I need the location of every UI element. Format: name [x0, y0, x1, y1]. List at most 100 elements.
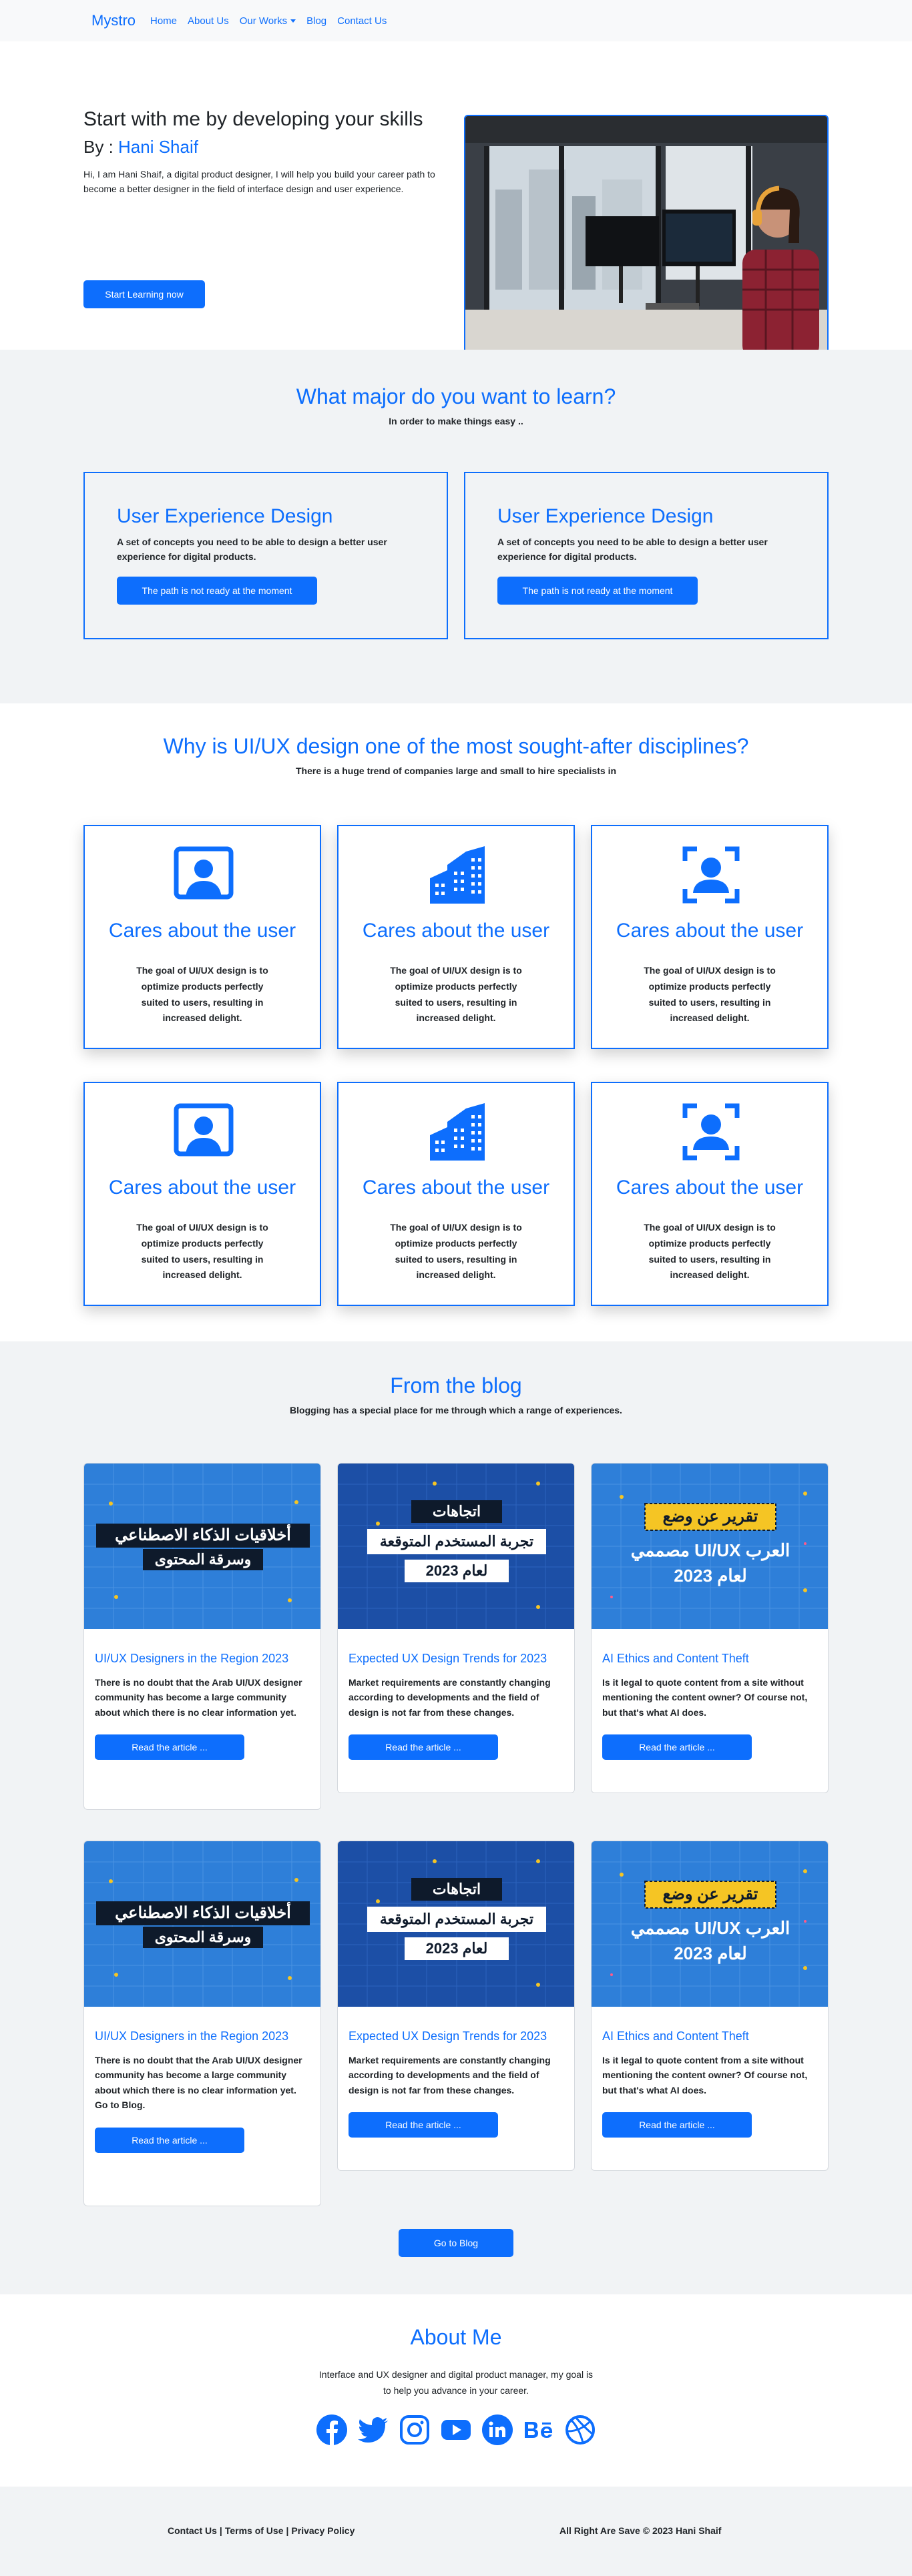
blog-thumb-line: مصممي UI/UX العرب: [630, 1540, 790, 1560]
hero-text-block: Start with me by developing your skills …: [83, 107, 457, 308]
blog-thumbnail: تقرير عن وضع مصممي UI/UX العرب لعام 2023: [592, 1464, 828, 1629]
blog-thumb-line: تقرير عن وضع: [662, 1508, 758, 1526]
blog-card[interactable]: اتجاهات تصميم تجربة المستخدم المتوقعة لع…: [337, 1463, 575, 1793]
social-links: [0, 2414, 912, 2446]
major-card-title: User Experience Design: [497, 505, 714, 527]
read-article-button[interactable]: Read the article ...: [349, 1734, 498, 1760]
blog-thumb-line: لعام 2023: [674, 1943, 747, 1963]
blog-card[interactable]: تقرير عن وضع مصممي UI/UX العرب لعام 2023…: [591, 1463, 829, 1793]
path-not-ready-button[interactable]: The path is not ready at the moment: [497, 576, 698, 605]
nav-link-blog[interactable]: Blog: [306, 15, 326, 27]
major-card-text: A set of concepts you need to be able to…: [497, 537, 768, 563]
blog-thumb-line: تجربة المستخدم المتوقعة: [379, 1911, 534, 1927]
linkedin-icon[interactable]: [481, 2414, 513, 2446]
footer-link-terms[interactable]: Terms of Use: [225, 2525, 284, 2536]
hero-image: [464, 115, 829, 358]
instagram-icon[interactable]: [399, 2414, 431, 2446]
why-card: Cares about the user The goal of UI/UX d…: [337, 1082, 575, 1306]
nav-link-home[interactable]: Home: [150, 15, 177, 27]
start-learning-button[interactable]: Start Learning now: [83, 280, 205, 308]
go-to-blog-button[interactable]: Go to Blog: [399, 2229, 513, 2257]
blog-thumb-line: لعام 2023: [674, 1566, 747, 1586]
blog-post-title[interactable]: AI Ethics and Content Theft: [602, 2029, 817, 2043]
blog-post-excerpt: Market requirements are constantly chang…: [349, 1677, 551, 1718]
path-not-ready-button[interactable]: The path is not ready at the moment: [117, 576, 317, 605]
building-icon: [430, 1103, 485, 1161]
why-section-subtitle: There is a huge trend of companies large…: [295, 765, 617, 776]
blog-card[interactable]: اتجاهات تصميم تجربة المستخدم المتوقعة لع…: [337, 1841, 575, 2171]
footer-links: Contact Us | Terms of Use | Privacy Policy: [168, 2525, 355, 2536]
blog-thumb-line: مصممي UI/UX العرب: [630, 1918, 790, 1938]
hero-title: Start with me by developing your skills: [83, 108, 423, 130]
why-card: Cares about the user The goal of UI/UX d…: [591, 825, 829, 1049]
hero-by-prefix: By :: [83, 137, 119, 157]
read-article-button[interactable]: Read the article ...: [95, 2127, 244, 2153]
twitter-icon[interactable]: [357, 2414, 389, 2446]
blog-card[interactable]: أخلاقيات الذكاء الاصطناعي وسرقة المحتوى …: [83, 1463, 321, 1810]
nav-link-our-works[interactable]: Our Works: [240, 15, 296, 27]
blog-thumb-line: تقرير عن وضع: [662, 1885, 758, 1903]
read-article-button[interactable]: Read the article ...: [95, 1734, 244, 1760]
blog-post-title[interactable]: Expected UX Design Trends for 2023: [349, 2029, 563, 2043]
blog-post-excerpt: Is it legal to quote content from a site…: [602, 2055, 808, 2096]
major-card: User Experience Design A set of concepts…: [83, 472, 448, 639]
major-card: User Experience Design A set of concepts…: [464, 472, 829, 639]
facebook-icon[interactable]: [316, 2414, 348, 2446]
blog-thumb-line: لعام 2023: [425, 1562, 488, 1579]
why-card: Cares about the user The goal of UI/UX d…: [83, 825, 321, 1049]
blog-thumbnail: اتجاهات تصميم تجربة المستخدم المتوقعة لع…: [338, 1464, 574, 1629]
major-section: What major do you want to learn? In orde…: [0, 350, 912, 703]
nav-link-our-works-label: Our Works: [239, 15, 288, 27]
brand-logo[interactable]: Mystro: [91, 12, 136, 29]
blog-post-excerpt: There is no doubt that the Arab UI/UX de…: [95, 2055, 302, 2111]
nav-link-about[interactable]: About Us: [188, 15, 229, 27]
blog-thumb-line: أخلاقيات الذكاء الاصطناعي: [115, 1904, 291, 1922]
footer-separator: |: [219, 2525, 222, 2536]
footer-link-contact[interactable]: Contact Us: [168, 2525, 217, 2536]
user-focus-icon: [682, 1103, 740, 1161]
why-card-title: Cares about the user: [616, 1177, 804, 1199]
read-article-button[interactable]: Read the article ...: [349, 2112, 498, 2138]
top-navbar: Mystro Home About Us Our Works Blog Cont…: [0, 0, 912, 41]
why-card: Cares about the user The goal of UI/UX d…: [591, 1082, 829, 1306]
footer-link-privacy[interactable]: Privacy Policy: [291, 2525, 355, 2536]
user-screen-icon: [174, 846, 234, 900]
youtube-icon[interactable]: [440, 2414, 472, 2446]
user-focus-icon: [682, 846, 740, 904]
blog-card[interactable]: أخلاقيات الذكاء الاصطناعي وسرقة المحتوى …: [83, 1841, 321, 2206]
why-card-text: The goal of UI/UX design is to optimize …: [136, 965, 268, 1024]
blog-thumbnail: أخلاقيات الذكاء الاصطناعي وسرقة المحتوى: [84, 1841, 320, 2007]
blog-thumb-line: اتجاهات تصميم: [432, 1503, 481, 1542]
user-screen-icon: [174, 1103, 234, 1157]
read-article-button[interactable]: Read the article ...: [602, 1734, 752, 1760]
blog-post-excerpt: Is it legal to quote content from a site…: [602, 1677, 808, 1718]
why-section-title: Why is UI/UX design one of the most soug…: [163, 734, 749, 758]
blog-post-title[interactable]: Expected UX Design Trends for 2023: [349, 1652, 563, 1666]
major-section-subtitle: In order to make things easy ..: [389, 416, 523, 426]
why-section: Why is UI/UX design one of the most soug…: [0, 703, 912, 1341]
behance-icon[interactable]: [523, 2414, 555, 2446]
blog-post-title[interactable]: AI Ethics and Content Theft: [602, 1652, 817, 1666]
blog-thumb-line: وسرقة المحتوى: [154, 1551, 252, 1568]
blog-post-excerpt: Market requirements are constantly chang…: [349, 2055, 551, 2096]
read-article-button[interactable]: Read the article ...: [602, 2112, 752, 2138]
blog-thumb-line: وسرقة المحتوى: [154, 1929, 252, 1945]
hero-section: Start with me by developing your skills …: [0, 41, 912, 358]
chevron-down-icon: [290, 19, 296, 23]
dribbble-icon[interactable]: [564, 2414, 596, 2446]
why-card-title: Cares about the user: [108, 1177, 296, 1199]
blog-thumbnail: اتجاهات تصميم تجربة المستخدم المتوقعة لع…: [338, 1841, 574, 2007]
blog-section: From the blog Blogging has a special pla…: [0, 1341, 912, 2294]
blog-post-title[interactable]: UI/UX Designers in the Region 2023: [95, 1652, 310, 1666]
blog-thumb-line: تجربة المستخدم المتوقعة: [379, 1533, 534, 1550]
blog-post-title[interactable]: UI/UX Designers in the Region 2023: [95, 2029, 310, 2043]
nav-link-contact[interactable]: Contact Us: [337, 15, 387, 27]
blog-card[interactable]: تقرير عن وضع مصممي UI/UX العرب لعام 2023…: [591, 1841, 829, 2171]
major-card-title: User Experience Design: [117, 505, 333, 527]
blog-thumbnail: أخلاقيات الذكاء الاصطناعي وسرقة المحتوى: [84, 1464, 320, 1629]
blog-thumb-line: أخلاقيات الذكاء الاصطناعي: [115, 1526, 291, 1544]
hero-author-name: Hani Shaif: [118, 137, 198, 157]
about-section: About Me Interface and UX designer and d…: [0, 2294, 912, 2487]
major-card-text: A set of concepts you need to be able to…: [117, 537, 387, 563]
hero-byline: By : Hani Shaif: [83, 137, 457, 157]
